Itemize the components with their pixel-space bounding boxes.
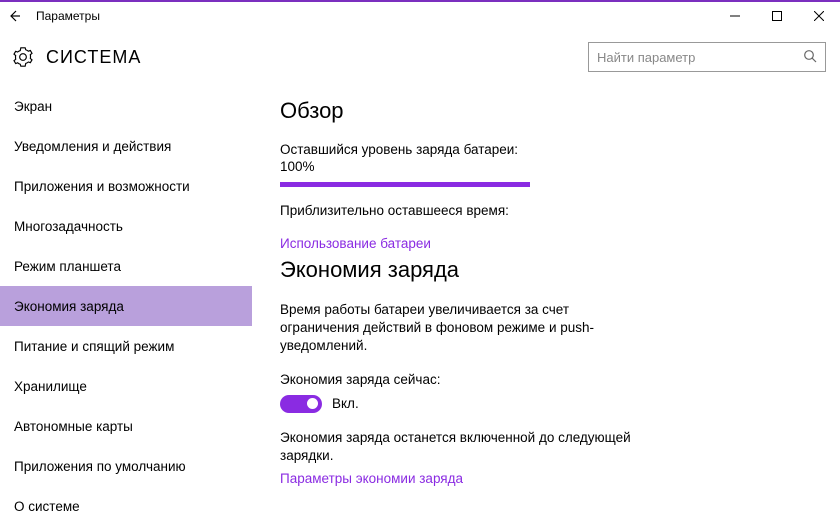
sidebar-item-label: Питание и спящий режим (14, 339, 174, 354)
minimize-button[interactable] (714, 2, 756, 30)
sidebar: Экран Уведомления и действия Приложения … (0, 84, 252, 525)
search-input[interactable] (597, 50, 817, 65)
sidebar-item-default-apps[interactable]: Приложения по умолчанию (0, 446, 252, 486)
sidebar-item-label: Режим планшета (14, 259, 121, 274)
overview-heading: Обзор (280, 98, 840, 124)
sidebar-item-notifications[interactable]: Уведомления и действия (0, 126, 252, 166)
sidebar-item-power-sleep[interactable]: Питание и спящий режим (0, 326, 252, 366)
close-button[interactable] (798, 2, 840, 30)
search-box[interactable] (588, 42, 826, 72)
sidebar-item-tablet-mode[interactable]: Режим планшета (0, 246, 252, 286)
titlebar: Параметры (0, 2, 840, 30)
saver-heading: Экономия заряда (280, 257, 840, 283)
sidebar-item-label: Экран (14, 99, 52, 114)
back-button[interactable] (0, 9, 28, 23)
sidebar-item-apps-features[interactable]: Приложения и возможности (0, 166, 252, 206)
maximize-button[interactable] (756, 2, 798, 30)
gear-icon (12, 46, 34, 68)
saver-toggle-label: Вкл. (332, 396, 359, 411)
search-icon (803, 49, 817, 66)
battery-usage-link[interactable]: Использование батареи (280, 236, 840, 251)
header: СИСТЕМА (0, 30, 840, 84)
saver-description: Время работы батареи увеличивается за сч… (280, 301, 640, 356)
toggle-knob (307, 398, 318, 409)
sidebar-item-battery-saver[interactable]: Экономия заряда (0, 286, 252, 326)
battery-remaining-label: Оставшийся уровень заряда батареи: (280, 142, 840, 157)
page-title: СИСТЕМА (46, 47, 141, 68)
sidebar-item-about[interactable]: О системе (0, 486, 252, 525)
saver-note: Экономия заряда останется включенной до … (280, 429, 640, 465)
sidebar-item-label: О системе (14, 499, 80, 514)
battery-progress-bar (280, 182, 530, 187)
saver-settings-link[interactable]: Параметры экономии заряда (280, 471, 840, 486)
sidebar-item-label: Хранилище (14, 379, 87, 394)
sidebar-item-label: Экономия заряда (14, 299, 124, 314)
saver-now-label: Экономия заряда сейчас: (280, 372, 840, 387)
saver-toggle[interactable] (280, 395, 322, 413)
time-remaining-label: Приблизительно оставшееся время: (280, 203, 840, 218)
sidebar-item-label: Автономные карты (14, 419, 133, 434)
sidebar-item-offline-maps[interactable]: Автономные карты (0, 406, 252, 446)
sidebar-item-label: Многозадачность (14, 219, 123, 234)
sidebar-item-label: Уведомления и действия (14, 139, 171, 154)
sidebar-item-storage[interactable]: Хранилище (0, 366, 252, 406)
battery-remaining-value: 100% (280, 159, 840, 174)
window-title: Параметры (36, 9, 100, 23)
sidebar-item-multitasking[interactable]: Многозадачность (0, 206, 252, 246)
content-pane: Обзор Оставшийся уровень заряда батареи:… (252, 84, 840, 525)
sidebar-item-label: Приложения и возможности (14, 179, 190, 194)
sidebar-item-display[interactable]: Экран (0, 86, 252, 126)
sidebar-item-label: Приложения по умолчанию (14, 459, 186, 474)
